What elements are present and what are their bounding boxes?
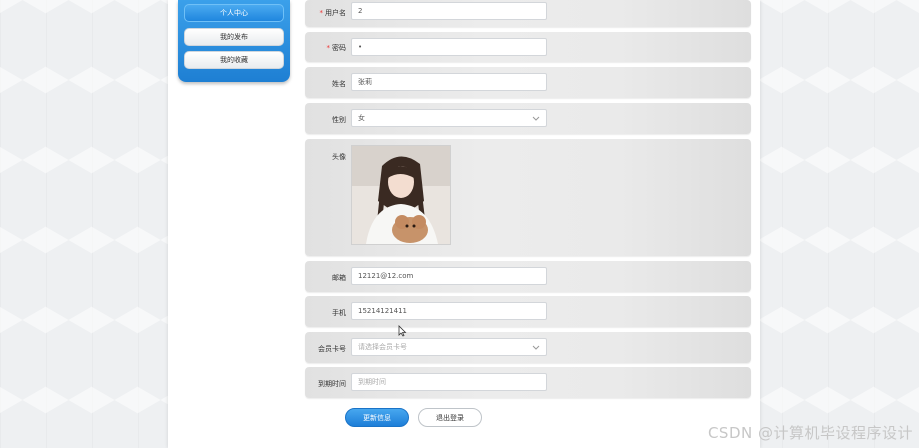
avatar-photo xyxy=(352,146,450,244)
username-value: 2 xyxy=(358,7,363,15)
name-input[interactable]: 张莉 xyxy=(351,73,547,91)
sidebar-item-my-favorites[interactable]: 我的收藏 xyxy=(184,51,284,69)
sidebar-item-label: 我的收藏 xyxy=(220,56,248,64)
phone-input[interactable]: 15214121411 xyxy=(351,302,547,320)
username-input[interactable]: 2 xyxy=(351,2,547,20)
logout-button[interactable]: 退出登录 xyxy=(418,408,482,427)
sidebar-item-label: 我的发布 xyxy=(220,33,248,41)
form-row-member-card: 会员卡号 请选择会员卡号 xyxy=(305,332,751,363)
form-row-username: * 用户名 2 xyxy=(305,0,751,27)
email-input[interactable]: 12121@12.com xyxy=(351,267,547,285)
form-row-expire: 到期时间 到期时间 xyxy=(305,367,751,398)
mouse-cursor-icon xyxy=(398,325,407,337)
member-card-select[interactable]: 请选择会员卡号 xyxy=(351,338,547,356)
expire-input[interactable]: 到期时间 xyxy=(351,373,547,391)
member-card-placeholder: 请选择会员卡号 xyxy=(358,343,407,351)
required-marker: * xyxy=(326,44,331,52)
sidebar-item-label: 个人中心 xyxy=(220,9,248,17)
password-value: • xyxy=(358,43,363,51)
form-row-password: * 密码 • xyxy=(305,32,751,62)
sidebar-item-personal-center[interactable]: 个人中心 xyxy=(184,4,284,22)
avatar-image[interactable] xyxy=(351,145,451,245)
update-info-label: 更新信息 xyxy=(363,413,391,422)
form-row-avatar: 头像 xyxy=(305,139,751,256)
name-label: 姓名 xyxy=(332,80,346,88)
sidebar: 个人中心 我的发布 我的收藏 xyxy=(178,0,290,82)
gender-label: 性别 xyxy=(332,116,346,124)
expire-placeholder: 到期时间 xyxy=(358,378,386,386)
password-label: * 密码 xyxy=(326,44,347,52)
sidebar-item-my-posts[interactable]: 我的发布 xyxy=(184,28,284,46)
member-card-label: 会员卡号 xyxy=(318,345,346,353)
update-info-button[interactable]: 更新信息 xyxy=(345,408,409,427)
password-input[interactable]: • xyxy=(351,38,547,56)
phone-label: 手机 xyxy=(332,309,346,317)
watermark-text: CSDN @计算机毕设程序设计 xyxy=(707,424,913,442)
expire-label: 到期时间 xyxy=(318,380,346,388)
form-row-email: 邮箱 12121@12.com xyxy=(305,261,751,292)
required-marker: * xyxy=(319,9,324,17)
gender-select[interactable]: 女 xyxy=(351,109,547,127)
form-row-name: 姓名 张莉 xyxy=(305,67,751,98)
email-label: 邮箱 xyxy=(332,274,346,282)
chevron-down-icon xyxy=(532,345,540,350)
chevron-down-icon xyxy=(532,116,540,121)
email-value: 12121@12.com xyxy=(358,272,414,280)
form-row-gender: 性别 女 xyxy=(305,103,751,134)
phone-value: 15214121411 xyxy=(358,307,407,315)
name-value: 张莉 xyxy=(358,78,372,86)
username-label: * 用户名 xyxy=(319,9,347,17)
gender-value: 女 xyxy=(358,114,365,122)
logout-label: 退出登录 xyxy=(436,413,464,422)
avatar-label: 头像 xyxy=(332,153,346,161)
form-row-phone: 手机 15214121411 xyxy=(305,296,751,327)
